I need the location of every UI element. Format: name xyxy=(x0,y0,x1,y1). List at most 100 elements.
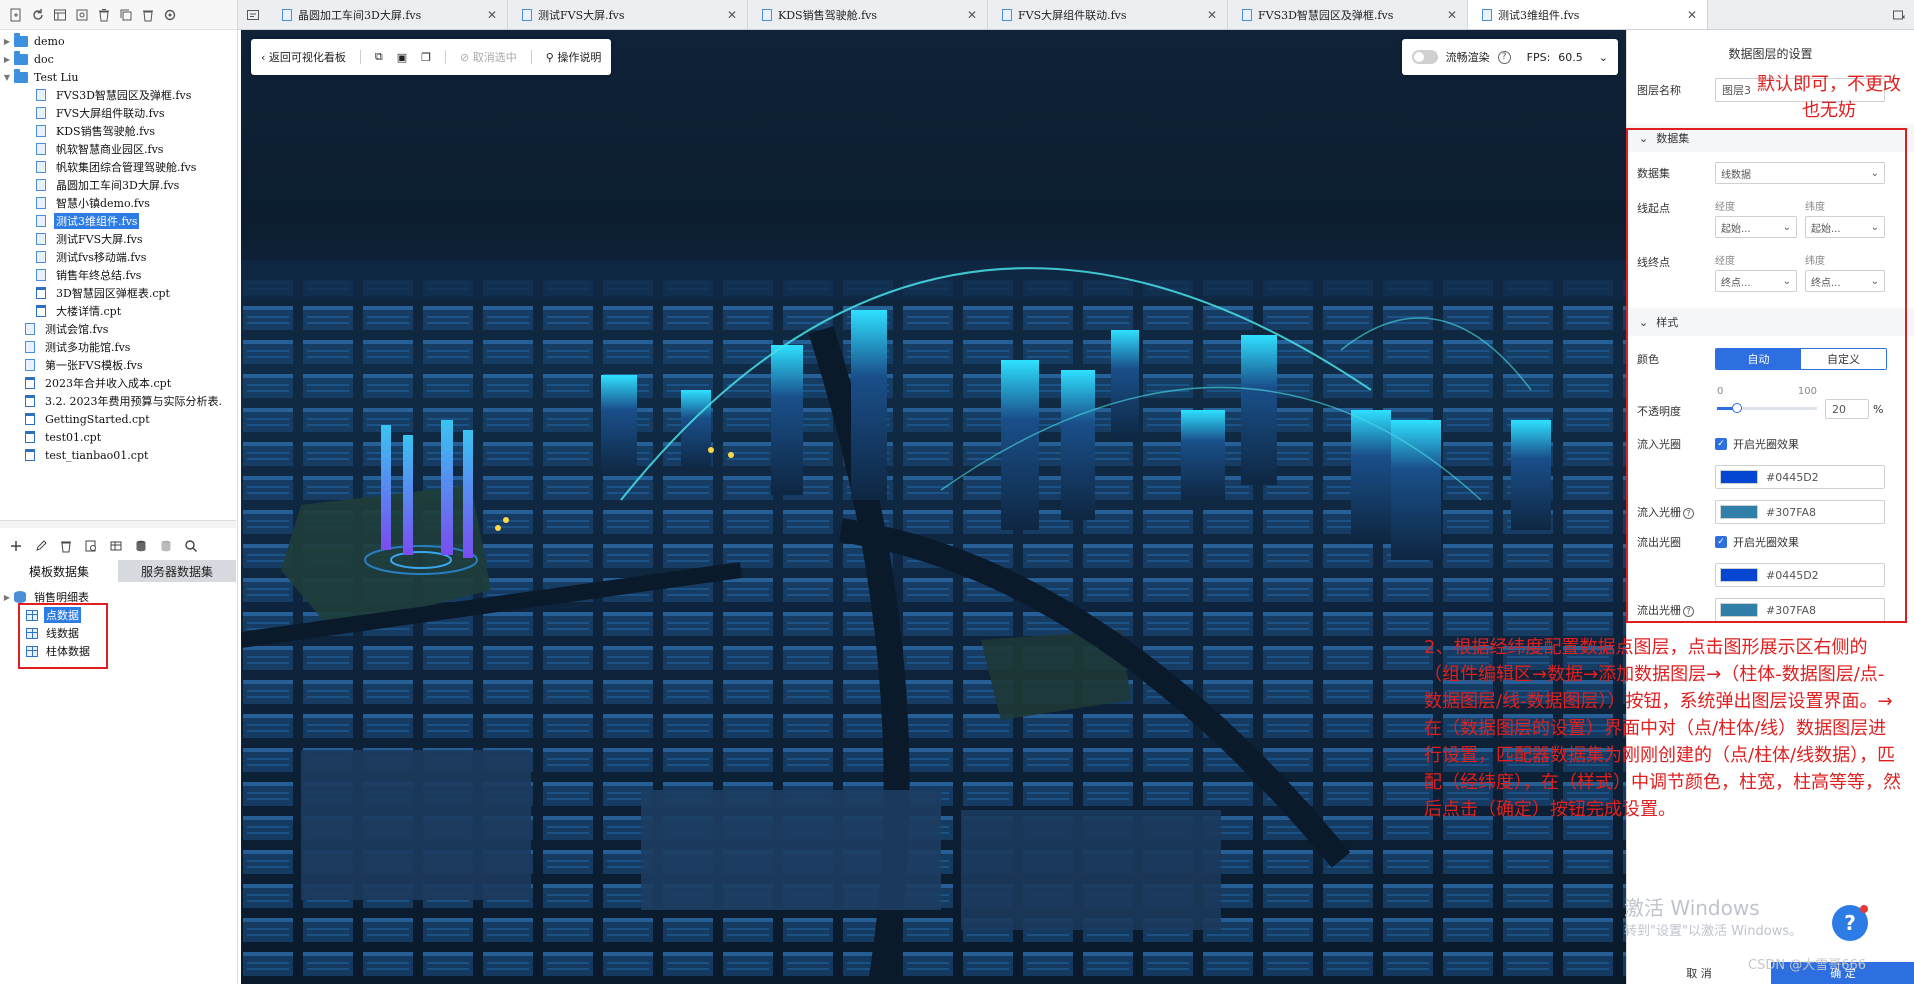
close-icon[interactable]: ✕ xyxy=(1687,8,1697,22)
document-tab[interactable]: 测试FVS大屏.fvs ✕ xyxy=(508,0,748,29)
dataset-section-header[interactable]: ⌄ 数据集 xyxy=(1627,124,1914,152)
opacity-slider[interactable]: 0 100 xyxy=(1715,386,1819,422)
new-file-icon[interactable] xyxy=(8,7,24,23)
tab-template-dataset[interactable]: 模板数据集 xyxy=(0,560,118,582)
tree-file[interactable]: 晶圆加工车间3D大屏.fvs xyxy=(0,176,236,194)
refresh-icon[interactable] xyxy=(30,7,46,23)
slider-handle[interactable] xyxy=(1732,403,1742,413)
help-icon[interactable]: ? xyxy=(1683,508,1694,519)
tree-folder[interactable]: ▼ Test Liu xyxy=(0,68,236,86)
end-lng-select[interactable]: 终点... ⌄ xyxy=(1715,270,1797,292)
inflow-halo-color-input[interactable]: #0445D2 xyxy=(1715,465,1885,489)
color-swatch[interactable] xyxy=(1720,568,1758,582)
tree-file[interactable]: 3D智慧园区弹框表.cpt xyxy=(0,284,236,302)
folder-icon xyxy=(14,68,28,83)
tree-file[interactable]: 测试3维组件.fvs xyxy=(0,212,236,230)
close-icon[interactable]: ✕ xyxy=(967,8,977,22)
tree-file[interactable]: 帆软智慧商业园区.fvs xyxy=(0,140,236,158)
panel-splitter[interactable] xyxy=(0,520,236,528)
tree-file[interactable]: FVS3D智慧园区及弹框.fvs xyxy=(0,86,236,104)
inflow-grid-color-input[interactable]: #307FA8 xyxy=(1715,500,1885,524)
edit-icon[interactable] xyxy=(33,538,49,554)
help-float-button[interactable]: ? xyxy=(1832,905,1868,941)
server-db-icon[interactable] xyxy=(158,538,174,554)
search-icon[interactable] xyxy=(183,538,199,554)
database-icon xyxy=(14,591,28,603)
3d-canvas[interactable]: ‹ 返回可视化看板 ⧉ ▣ ❐ ⊘ 取消选中 ⚲ 操作说明 流畅渲染 ? FPS… xyxy=(241,30,1626,984)
tree-file[interactable]: 3.2. 2023年费用预算与实际分析表. xyxy=(0,392,236,410)
close-icon[interactable]: ✕ xyxy=(1447,8,1457,22)
dataset-select[interactable]: 线数据 ⌄ xyxy=(1715,162,1885,184)
preview-icon[interactable] xyxy=(83,538,99,554)
close-icon[interactable]: ✕ xyxy=(1207,8,1217,22)
color-swatch[interactable] xyxy=(1720,603,1758,617)
tree-file[interactable]: FVS大屏组件联动.fvs xyxy=(0,104,236,122)
outflow-halo-checkbox[interactable]: ✓ xyxy=(1715,536,1727,548)
document-tab[interactable]: FVS3D智慧园区及弹框.fvs ✕ xyxy=(1228,0,1468,29)
gear-icon[interactable] xyxy=(162,7,178,23)
add-dataset-icon[interactable] xyxy=(8,538,24,554)
tab-server-dataset[interactable]: 服务器数据集 xyxy=(118,560,236,582)
chevron-down-icon[interactable]: ⌄ xyxy=(1599,51,1608,64)
duplicate-icon[interactable]: ❐ xyxy=(421,51,431,64)
help-icon[interactable]: ? xyxy=(1497,50,1511,64)
color-swatch[interactable] xyxy=(1720,470,1758,484)
layer-name-label: 图层名称 xyxy=(1637,84,1681,97)
inflow-halo-checkbox[interactable]: ✓ xyxy=(1715,438,1727,450)
help-icon[interactable]: ? xyxy=(1683,606,1694,617)
help-button[interactable]: ⚲ 操作说明 xyxy=(546,49,602,65)
copy-icon[interactable]: ⧉ xyxy=(375,50,383,64)
tree-file[interactable]: 测试多功能馆.fvs xyxy=(0,338,236,356)
tree-file[interactable]: KDS销售驾驶舱.fvs xyxy=(0,122,236,140)
outflow-grid-color-input[interactable]: #307FA8 xyxy=(1715,598,1885,622)
start-lng-select[interactable]: 起始... ⌄ xyxy=(1715,216,1797,238)
color-auto-button[interactable]: 自动 xyxy=(1716,349,1801,369)
end-lat-select[interactable]: 终点... ⌄ xyxy=(1805,270,1885,292)
chevron-right-icon[interactable]: ▶ xyxy=(2,55,12,64)
close-icon[interactable]: ✕ xyxy=(727,8,737,22)
tree-file[interactable]: test01.cpt xyxy=(0,428,236,446)
tab-overflow-icon[interactable] xyxy=(1884,0,1914,29)
chevron-right-icon[interactable]: ▶ xyxy=(2,593,12,602)
document-tab[interactable]: 晶圆加工车间3D大屏.fvs ✕ xyxy=(268,0,508,29)
tree-file[interactable]: 帆软集团综合管理驾驶舱.fvs xyxy=(0,158,236,176)
settings-file-icon[interactable] xyxy=(74,7,90,23)
table-icon[interactable] xyxy=(108,538,124,554)
database-icon[interactable] xyxy=(133,538,149,554)
delete-dataset-icon[interactable] xyxy=(58,538,74,554)
document-tab[interactable]: KDS销售驾驶舱.fvs ✕ xyxy=(748,0,988,29)
flow-render-toggle[interactable] xyxy=(1411,50,1438,64)
back-button[interactable]: ‹ 返回可视化看板 xyxy=(261,49,346,65)
tree-folder[interactable]: ▶ demo xyxy=(0,32,236,50)
fvs-file-icon xyxy=(36,161,50,173)
copy-icon[interactable] xyxy=(118,7,134,23)
delete-icon[interactable] xyxy=(96,7,112,23)
document-tab[interactable]: FVS大屏组件联动.fvs ✕ xyxy=(988,0,1228,29)
opacity-input[interactable]: 20 xyxy=(1825,399,1869,419)
tree-file[interactable]: 大楼详情.cpt xyxy=(0,302,236,320)
chevron-down-icon[interactable]: ▼ xyxy=(2,73,12,82)
close-icon[interactable]: ✕ xyxy=(487,8,497,22)
chevron-right-icon[interactable]: ▶ xyxy=(2,37,12,46)
tree-file[interactable]: test_tianbao01.cpt xyxy=(0,446,236,464)
tree-file[interactable]: 测试FVS大屏.fvs xyxy=(0,230,236,248)
tree-file[interactable]: 2023年合并收入成本.cpt xyxy=(0,374,236,392)
color-swatch[interactable] xyxy=(1720,505,1758,519)
document-tab[interactable]: 测试3维组件.fvs ✕ xyxy=(1468,0,1708,29)
color-custom-button[interactable]: 自定义 xyxy=(1801,349,1886,369)
tree-folder[interactable]: ▶ doc xyxy=(0,50,236,68)
tree-file[interactable]: 测试会馆.fvs xyxy=(0,320,236,338)
style-section-header[interactable]: ⌄ 样式 xyxy=(1627,308,1914,336)
tree-file[interactable]: 测试fvs移动端.fvs xyxy=(0,248,236,266)
paste-icon[interactable]: ▣ xyxy=(397,51,407,64)
tree-file[interactable]: 第一张FVS模板.fvs xyxy=(0,356,236,374)
tree-file[interactable]: 销售年终总结.fvs xyxy=(0,266,236,284)
outflow-halo-color-input[interactable]: #0445D2 xyxy=(1715,563,1885,587)
cancel-select-button[interactable]: ⊘ 取消选中 xyxy=(460,49,517,65)
start-lat-select[interactable]: 起始... ⌄ xyxy=(1805,216,1885,238)
template-icon[interactable] xyxy=(52,7,68,23)
trash-icon[interactable] xyxy=(140,7,156,23)
tree-file[interactable]: GettingStarted.cpt xyxy=(0,410,236,428)
tree-file[interactable]: 智慧小镇demo.fvs xyxy=(0,194,236,212)
tab-list-icon[interactable] xyxy=(238,0,268,29)
